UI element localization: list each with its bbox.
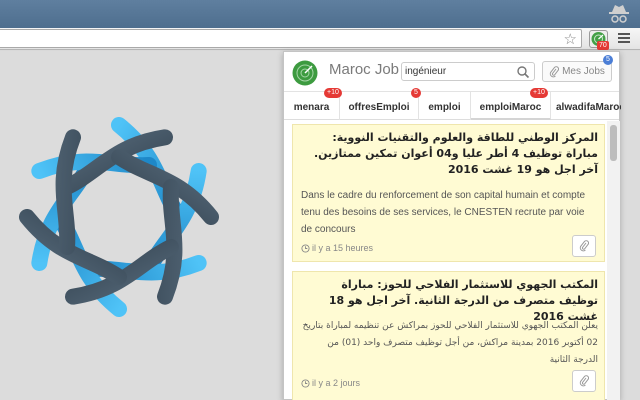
clock-icon [301, 378, 310, 388]
extension-popup: Maroc Job Mes Jobs 5 menara +10 offresEm… [283, 51, 621, 400]
scroll-thumb[interactable] [610, 125, 617, 161]
tab-emploimaroc[interactable]: emploiMaroc +10 [471, 88, 551, 120]
tab-label: offresEmploi [348, 102, 410, 113]
clock-icon [301, 243, 310, 253]
search-input[interactable] [405, 64, 515, 79]
job-time-text: il y a 2 jours [312, 378, 361, 388]
paperclip-icon [579, 240, 589, 252]
tab-menara[interactable]: menara +10 [284, 88, 342, 120]
star-icon[interactable]: ☆ [564, 30, 577, 48]
address-bar[interactable]: ☆ [0, 29, 582, 48]
job-time-text: il y a 15 heures [312, 243, 374, 253]
save-job-button[interactable] [572, 370, 596, 392]
tab-label: emploi [428, 102, 461, 113]
my-jobs-label: Mes Jobs [562, 66, 605, 77]
star-knot-logo [19, 117, 219, 317]
popup-header: Maroc Job Mes Jobs 5 [284, 52, 619, 92]
tab-offresemploi[interactable]: offresEmploi 5 [340, 88, 421, 120]
job-time: il y a 2 jours [301, 378, 360, 388]
my-jobs-count-badge: 5 [603, 55, 613, 65]
incognito-icon [609, 5, 629, 23]
browser-titlebar [0, 0, 640, 28]
tab-label: menara [293, 102, 330, 113]
browser-toolbar: ☆ 70 [0, 28, 640, 50]
app-title: Maroc Job [329, 61, 400, 78]
tab-badge: +10 [530, 88, 548, 98]
paperclip-icon [549, 65, 560, 77]
tab-label: emploiMaroc [479, 102, 542, 113]
tab-label: alwadifaMaroc [556, 102, 621, 113]
job-time: il y a 15 heures [301, 243, 373, 253]
job-card[interactable]: المكتب الجهوي للاستثمار الفلاحي للحوز: م… [292, 271, 605, 400]
source-tabs: menara +10 offresEmploi 5 emploi emploiM… [284, 88, 621, 120]
radar-logo-icon [292, 60, 318, 86]
extension-badge: 70 [597, 41, 609, 50]
paperclip-icon [579, 375, 589, 387]
save-job-button[interactable] [572, 235, 596, 257]
search-box [401, 62, 535, 81]
job-card[interactable]: المركز الوطني للطاقة والعلوم والتقنيات ا… [292, 124, 605, 262]
job-feed: المركز الوطني للطاقة والعلوم والتقنيات ا… [284, 121, 607, 400]
job-description: يعلن المكتب الجهوي للاستثمار الفلاحي للح… [302, 321, 598, 365]
feed-scrollbar[interactable] [607, 121, 620, 400]
menu-icon[interactable] [618, 33, 630, 44]
job-description: Dans le cadre du renforcement de son cap… [301, 190, 586, 235]
tab-alwadifamaroc[interactable]: alwadifaMaroc [551, 92, 621, 120]
search-icon[interactable] [516, 65, 530, 79]
job-title[interactable]: المركز الوطني للطاقة والعلوم والتقنيات ا… [293, 130, 606, 178]
tab-emploi[interactable]: emploi [419, 92, 471, 120]
my-jobs-button[interactable]: Mes Jobs [542, 61, 612, 82]
